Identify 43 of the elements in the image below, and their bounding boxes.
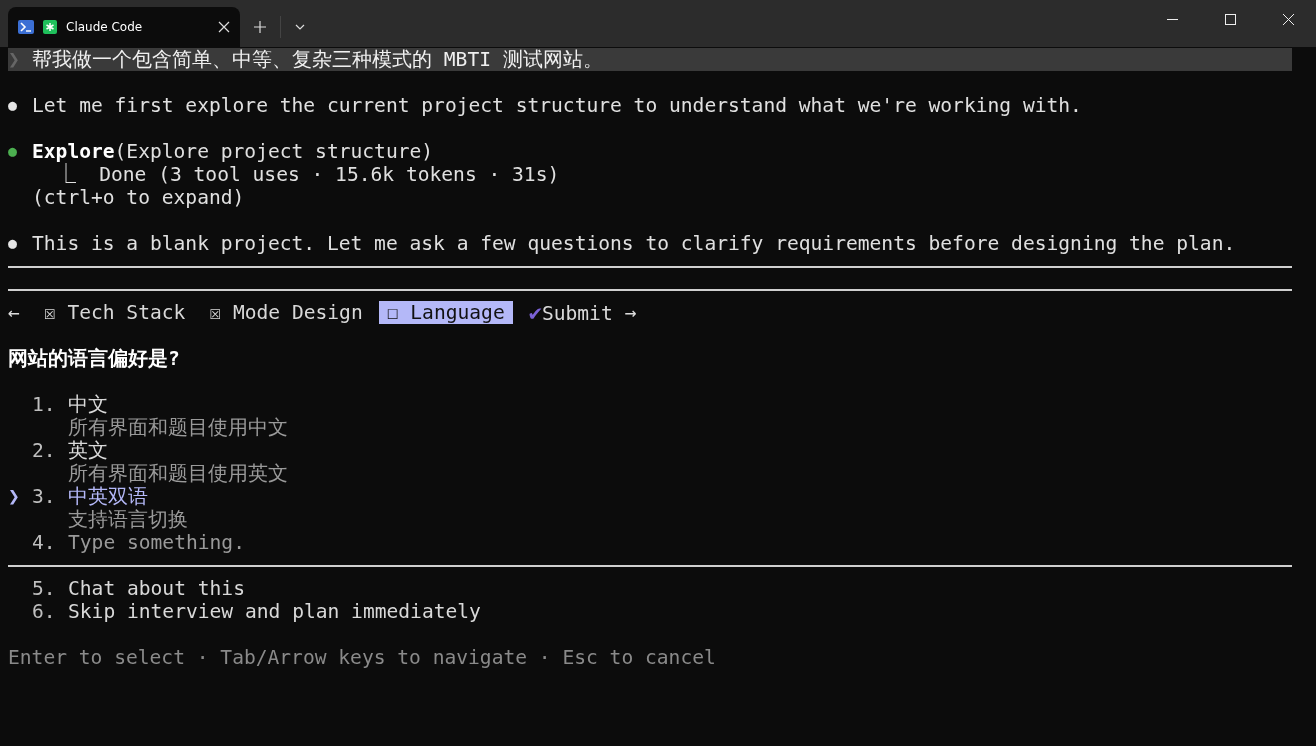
option-number: 1. <box>32 393 57 416</box>
option-label[interactable]: Skip interview and plan immediately <box>68 600 481 623</box>
option-number: 2. <box>32 439 57 462</box>
tool-result-text: (ctrl+o to expand) <box>32 186 245 209</box>
close-icon[interactable] <box>1283 14 1294 25</box>
question-tab[interactable]: ☒ Mode Design <box>201 301 371 324</box>
option-description: 所有界面和题目使用中文 <box>68 416 288 439</box>
hint-text: Enter to select · Tab/Arrow keys to navigate · Esc to cancel <box>8 646 716 669</box>
question-text: 网站的语言偏好是? <box>8 347 180 370</box>
prompt-marker: ❯ <box>8 48 21 71</box>
maximize-icon[interactable] <box>1225 14 1236 25</box>
option-label[interactable]: 中英双语 <box>68 485 148 508</box>
status-dot: ● <box>8 233 19 254</box>
option-number: 3. <box>32 485 57 508</box>
option-description: 支持语言切换 <box>68 508 188 531</box>
status-dot: ● <box>8 141 19 162</box>
close-icon[interactable] <box>218 21 230 33</box>
submit-tab[interactable]: ✔Submit <box>520 301 621 324</box>
terminal-tab[interactable]: Claude Code <box>8 7 240 47</box>
message-text: This is a blank project. Let me ask a few questions to clarify requirements before designing the plan. <box>32 232 1236 255</box>
selection-pointer: ❯ <box>8 485 21 508</box>
tool-result-text: ⎿ Done (3 tool uses · 15.6k tokens · 31s) <box>55 163 560 186</box>
option-label[interactable]: 中文 <box>68 393 108 416</box>
tab-title: Claude Code <box>66 20 144 34</box>
terminal-icon <box>18 20 34 34</box>
left-arrow[interactable]: ← <box>8 301 32 324</box>
option-description: 所有界面和题目使用英文 <box>68 462 288 485</box>
chevron-down-icon[interactable] <box>295 24 305 30</box>
status-dot: ● <box>8 95 19 116</box>
tool-call-text: Explore(Explore project structure) <box>32 140 434 163</box>
answer-input[interactable]: Type something. <box>68 531 245 554</box>
option-number: 4. <box>32 531 57 554</box>
message-text: Let me first explore the current project structure to understand what we're working with. <box>32 94 1082 117</box>
question-tab[interactable]: ☐ Language <box>378 301 513 324</box>
question-tab[interactable]: ☒ Tech Stack <box>35 301 194 324</box>
plus-icon[interactable] <box>254 21 266 33</box>
option-label[interactable]: Chat about this <box>68 577 245 600</box>
option-label[interactable]: 英文 <box>68 439 108 462</box>
option-number: 6. <box>32 600 57 623</box>
asterisk-icon <box>43 20 57 34</box>
prompt-text: 帮我做一个包含简单、中等、复杂三种模式的 MBTI 测试网站。 <box>32 48 603 71</box>
right-arrow[interactable]: → <box>624 301 649 324</box>
option-number: 5. <box>32 577 57 600</box>
